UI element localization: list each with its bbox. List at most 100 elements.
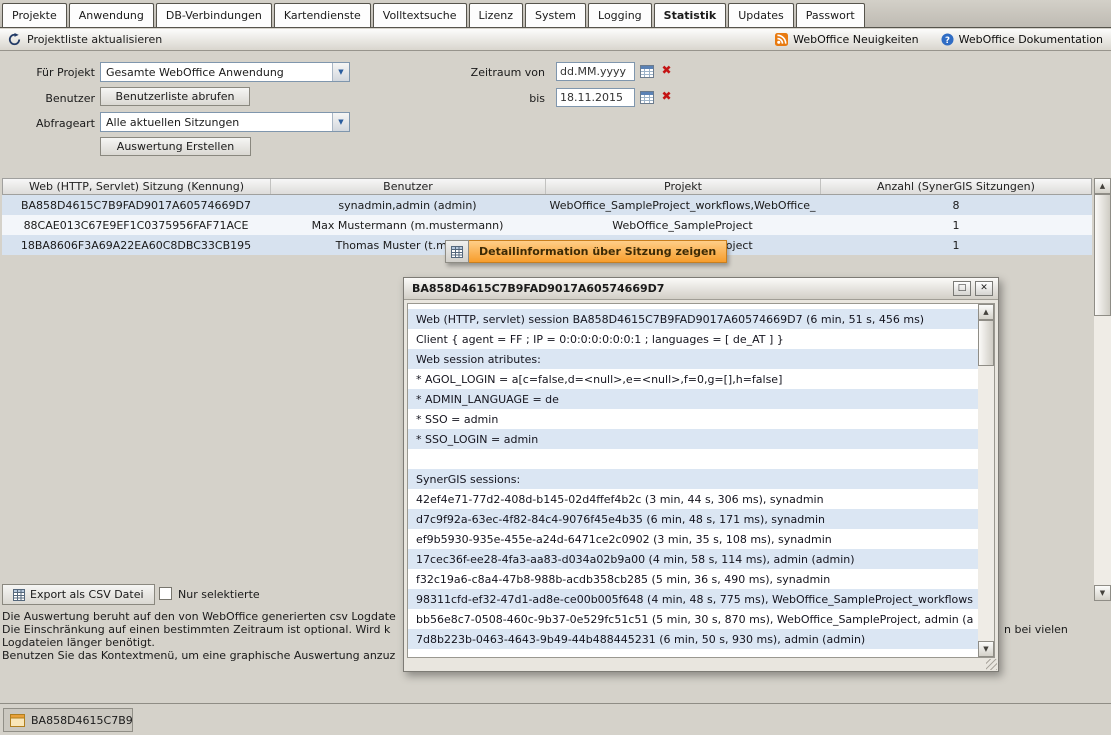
table-row[interactable]: 88CAE013C67E9EF1C0375956FAF71ACE Max Mus…	[2, 215, 1092, 235]
csv-table-icon	[13, 589, 25, 601]
cell-session: 18BA8606F3A69A22EA60C8DBC33CB195	[2, 235, 270, 255]
scrollbar-thumb[interactable]	[978, 320, 994, 366]
scroll-down-button[interactable]: ▼	[1094, 585, 1111, 601]
cell-count: 8	[820, 195, 1092, 215]
project-select-value: Gesamte WebOffice Anwendung	[106, 66, 284, 79]
export-label: Export als CSV Datei	[30, 588, 144, 601]
tab-db-verbindungen[interactable]: DB-Verbindungen	[156, 3, 272, 27]
toolbar: Projektliste aktualisieren WebOffice Neu…	[0, 29, 1111, 51]
svg-text:?: ?	[945, 36, 950, 46]
dialog-scrollbar[interactable]: ▲ ▼	[978, 304, 994, 657]
session-detail-line: * AGOL_LOGIN = a[c=false,d=<null>,e=<nul…	[408, 369, 978, 389]
news-label: WebOffice Neuigkeiten	[793, 33, 918, 46]
tab-passwort[interactable]: Passwort	[796, 3, 865, 27]
close-button[interactable]: ✕	[975, 281, 993, 296]
session-detail-line: f32c19a6-c8a4-47b8-988b-acdb358cb285 (5 …	[408, 569, 978, 589]
cell-project: WebOffice_SampleProject	[545, 215, 820, 235]
window-icon	[10, 714, 25, 727]
cell-user: synadmin,admin (admin)	[270, 195, 545, 215]
help-icon: ?	[941, 33, 954, 46]
period-from-label: Zeitraum von	[455, 66, 545, 79]
refresh-label: Projektliste aktualisieren	[27, 33, 162, 46]
maximize-button[interactable]: □	[953, 281, 971, 296]
cell-user: Max Mustermann (m.mustermann)	[270, 215, 545, 235]
clear-from-date-button[interactable]: ✖	[659, 62, 674, 78]
session-detail-line: 98311cfd-ef32-47d1-ad8e-ce00b005f648 (4 …	[408, 589, 978, 609]
calendar-icon[interactable]	[639, 89, 655, 105]
tab-updates[interactable]: Updates	[728, 3, 794, 27]
info-line: Die Auswertung beruht auf den von WebOff…	[2, 610, 396, 623]
tab-logging[interactable]: Logging	[588, 3, 652, 27]
taskbar: BA858D4615C7B9FAD...	[0, 703, 1111, 735]
news-link[interactable]: WebOffice Neuigkeiten	[775, 33, 918, 46]
session-detail-line	[408, 449, 978, 469]
period-to-input[interactable]	[556, 88, 635, 107]
only-selected-checkbox[interactable]	[159, 587, 172, 600]
scrollbar-thumb[interactable]	[1094, 194, 1111, 316]
session-detail-line: Client { agent = FF ; IP = 0:0:0:0:0:0:0…	[408, 329, 978, 349]
session-detail-line: ef9b5930-935e-455e-a24d-6471ce2c0902 (3 …	[408, 529, 978, 549]
tab-system[interactable]: System	[525, 3, 586, 27]
main-tab-bar: Projekte Anwendung DB-Verbindungen Karte…	[0, 0, 1111, 28]
dialog-window-buttons: □ ✕	[949, 281, 993, 296]
cell-session: BA858D4615C7B9FAD9017A60574669D7	[2, 195, 270, 215]
scroll-down-button[interactable]: ▼	[978, 641, 994, 657]
cell-project: WebOffice_SampleProject_workflows,WebOff…	[545, 195, 820, 215]
create-report-button[interactable]: Auswertung Erstellen	[100, 137, 251, 156]
scrollbar-track[interactable]	[1094, 316, 1111, 585]
session-detail-line: * SSO_LOGIN = admin	[408, 429, 978, 449]
tab-statistik[interactable]: Statistik	[654, 3, 727, 27]
documentation-link[interactable]: ? WebOffice Dokumentation	[941, 33, 1103, 46]
weboffice-admin-screen: Projekte Anwendung DB-Verbindungen Karte…	[0, 0, 1111, 735]
tab-lizenz[interactable]: Lizenz	[469, 3, 523, 27]
user-label: Benutzer	[0, 92, 95, 105]
info-line-fragment: n bei vielen	[1004, 623, 1068, 636]
dialog-titlebar[interactable]: BA858D4615C7B9FAD9017A60574669D7 □ ✕	[404, 278, 998, 300]
table-header-row: Web (HTTP, Servlet) Sitzung (Kennung) Be…	[2, 178, 1092, 195]
session-detail-line: Web (HTTP, servlet) session BA858D4615C7…	[408, 309, 978, 329]
session-detail-line: * ADMIN_LANGUAGE = de	[408, 389, 978, 409]
minimized-window-label: BA858D4615C7B9FAD...	[31, 714, 133, 727]
resize-grip[interactable]	[986, 659, 997, 670]
scroll-up-button[interactable]: ▲	[978, 304, 994, 320]
tab-anwendung[interactable]: Anwendung	[69, 3, 154, 27]
only-selected-label: Nur selektierte	[178, 588, 260, 601]
table-row[interactable]: BA858D4615C7B9FAD9017A60574669D7 synadmi…	[2, 195, 1092, 215]
project-select[interactable]: Gesamte WebOffice Anwendung ▼	[100, 62, 350, 82]
minimized-window-button[interactable]: BA858D4615C7B9FAD...	[3, 708, 133, 732]
cell-session: 88CAE013C67E9EF1C0375956FAF71ACE	[2, 215, 270, 235]
context-menu-item-show-session-detail[interactable]: Detailinformation über Sitzung zeigen	[469, 240, 727, 263]
query-type-select[interactable]: Alle aktuellen Sitzungen ▼	[100, 112, 350, 132]
info-line: Die Einschränkung auf einen bestimmten Z…	[2, 623, 396, 636]
tab-projekte[interactable]: Projekte	[2, 3, 67, 27]
column-header-project: Projekt	[546, 179, 821, 194]
fetch-user-list-button[interactable]: Benutzerliste abrufen	[100, 87, 250, 106]
info-line: Benutzen Sie das Kontextmenü, um eine gr…	[2, 649, 396, 662]
export-csv-button[interactable]: Export als CSV Datei	[2, 584, 155, 605]
dialog-body: Web (HTTP, servlet) session BA858D4615C7…	[407, 303, 995, 658]
dropdown-arrow-icon[interactable]: ▼	[332, 63, 349, 81]
session-detail-line: bb56e8c7-0508-460c-9b37-0e529fc51c51 (5 …	[408, 609, 978, 629]
cell-count: 1	[820, 215, 1092, 235]
session-detail-dialog: BA858D4615C7B9FAD9017A60574669D7 □ ✕ Web…	[403, 277, 999, 672]
session-detail-line: 7d8b223b-0463-4643-9b49-44b488445231 (6 …	[408, 629, 978, 649]
scroll-up-button[interactable]: ▲	[1094, 178, 1111, 194]
content-scrollbar[interactable]: ▲ ▼	[1094, 178, 1111, 601]
scrollbar-track[interactable]	[978, 366, 994, 641]
tab-volltextsuche[interactable]: Volltextsuche	[373, 3, 467, 27]
query-type-select-value: Alle aktuellen Sitzungen	[106, 116, 239, 129]
rss-icon	[775, 33, 788, 46]
info-text: Die Auswertung beruht auf den von WebOff…	[2, 610, 396, 662]
clear-to-date-button[interactable]: ✖	[659, 88, 674, 104]
info-line: Logdateien länger benötigt.	[2, 636, 396, 649]
refresh-project-list-button[interactable]: Projektliste aktualisieren	[8, 33, 162, 46]
refresh-icon	[8, 33, 21, 46]
calendar-icon[interactable]	[639, 63, 655, 79]
dropdown-arrow-icon[interactable]: ▼	[332, 113, 349, 131]
tab-kartendienste[interactable]: Kartendienste	[274, 3, 371, 27]
session-detail-line: * SSO = admin	[408, 409, 978, 429]
detail-grid-icon	[445, 240, 469, 263]
period-from-input[interactable]	[556, 62, 635, 81]
session-detail-line: Web session atributes:	[408, 349, 978, 369]
docs-label: WebOffice Dokumentation	[959, 33, 1103, 46]
